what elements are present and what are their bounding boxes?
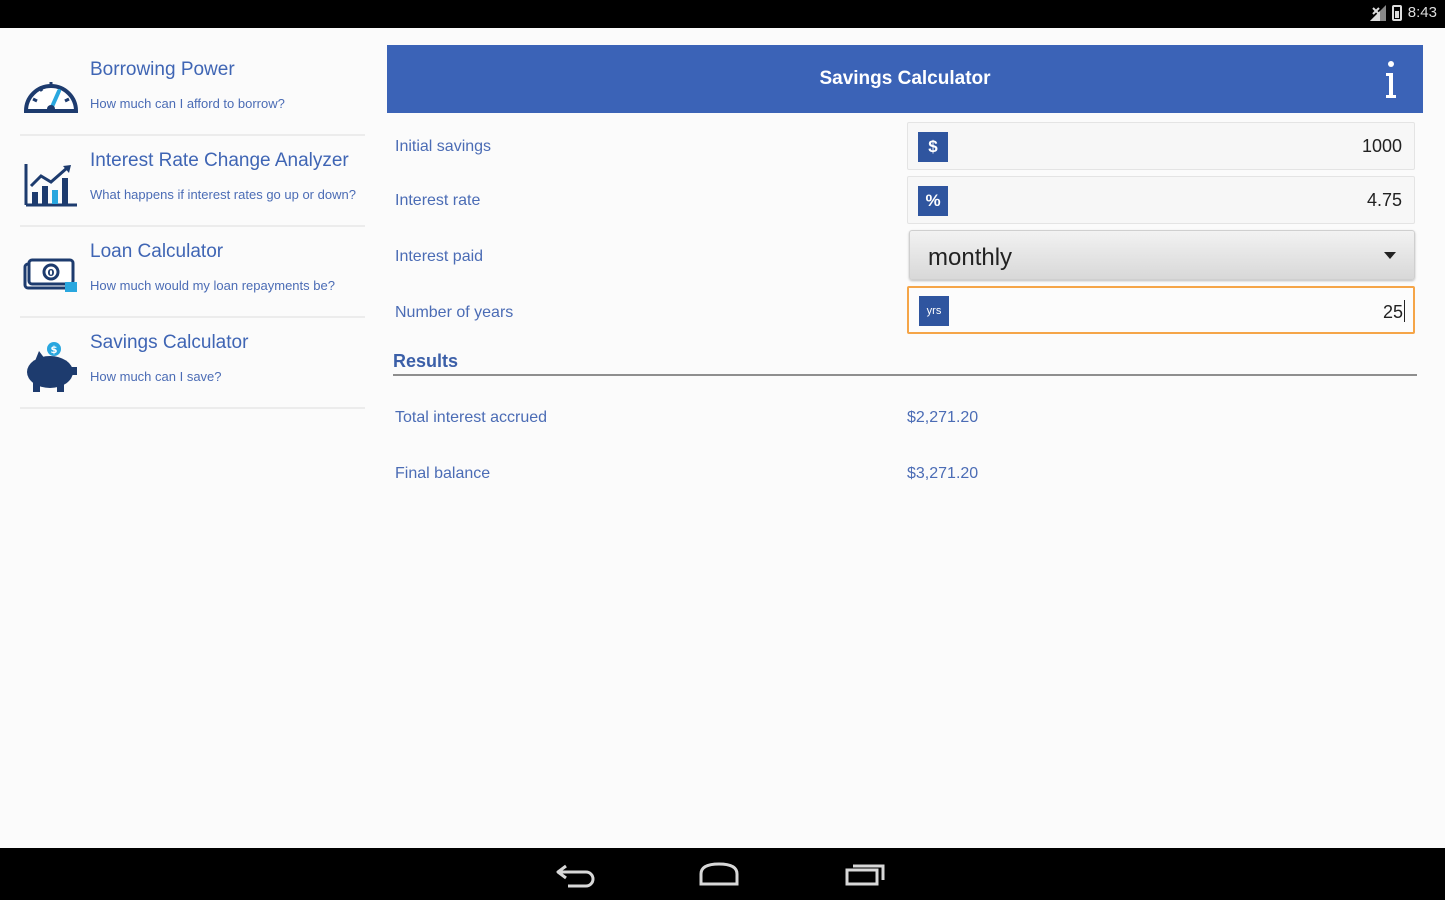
piggy-bank-icon: $: [22, 338, 80, 396]
battery-icon: [1391, 4, 1402, 21]
sidebar-item-borrowing-power[interactable]: Borrowing Power How much can I afford to…: [20, 45, 365, 136]
svg-text:$: $: [51, 345, 58, 356]
number-of-years-value-wrap: 25: [1383, 300, 1405, 323]
sidebar-item-title: Loan Calculator: [90, 241, 224, 262]
recent-apps-icon[interactable]: [843, 860, 887, 888]
results-heading: Results: [393, 351, 459, 371]
total-interest-label: Total interest accrued: [395, 409, 548, 426]
sidebar-item-subtitle: How much can I save?: [90, 369, 222, 384]
status-icons: 8:43: [1369, 4, 1437, 21]
text-cursor: [1404, 300, 1405, 322]
percent-prefix: %: [918, 186, 948, 216]
interest-paid-dropdown[interactable]: monthly: [909, 230, 1415, 280]
sidebar-item-savings-calculator[interactable]: $ Savings Calculator How much can I save…: [20, 318, 365, 409]
initial-savings-input[interactable]: $ 1000: [907, 122, 1415, 170]
results-divider: [393, 374, 1417, 376]
interest-rate-input[interactable]: % 4.75: [907, 176, 1415, 224]
interest-rate-value: 4.75: [1366, 190, 1402, 210]
initial-savings-value: 1000: [1361, 136, 1402, 156]
sidebar-item-subtitle: How much can I afford to borrow?: [90, 96, 285, 111]
interest-paid-selected: monthly: [928, 244, 1013, 271]
navigation-bar: [0, 848, 1445, 900]
signal-icon: [1369, 4, 1386, 21]
initial-savings-label: Initial savings: [395, 138, 492, 155]
sidebar-item-loan-calculator[interactable]: 0 Loan Calculator How much would my loan…: [20, 227, 365, 318]
number-of-years-value: 25: [1382, 302, 1403, 322]
info-icon[interactable]: [1381, 59, 1401, 101]
interest-paid-label: Interest paid: [395, 248, 484, 265]
status-bar: 8:43: [0, 0, 1445, 28]
speedometer-icon: [22, 65, 80, 123]
page-title: Savings Calculator: [819, 68, 991, 89]
sidebar-item-subtitle: What happens if interest rates go up or …: [90, 187, 356, 202]
dropdown-arrow-icon: [1384, 252, 1396, 259]
calculator-header: Savings Calculator: [387, 45, 1423, 113]
svg-text:0: 0: [48, 268, 55, 279]
row-interest-rate: Interest rate % 4.75: [387, 175, 1423, 225]
row-initial-savings: Initial savings $ 1000: [387, 121, 1423, 171]
sidebar-item-title: Savings Calculator: [90, 332, 249, 353]
sidebar-item-title: Borrowing Power: [90, 59, 235, 80]
back-icon[interactable]: [554, 860, 598, 888]
bar-chart-icon: [22, 156, 80, 214]
number-of-years-label: Number of years: [395, 304, 514, 321]
total-interest-value: $2,271.20: [907, 409, 979, 426]
number-of-years-input[interactable]: yrs 25: [907, 286, 1415, 334]
sidebar: Borrowing Power How much can I afford to…: [20, 45, 365, 409]
sidebar-item-title: Interest Rate Change Analyzer: [90, 150, 349, 171]
home-icon[interactable]: [697, 860, 741, 888]
row-interest-paid: Interest paid monthly: [387, 230, 1423, 282]
final-balance-label: Final balance: [395, 465, 491, 482]
row-number-of-years: Number of years yrs 25: [387, 286, 1423, 336]
final-balance-value: $3,271.20: [907, 465, 979, 482]
years-prefix: yrs: [919, 296, 949, 326]
dollar-prefix: $: [918, 132, 948, 162]
status-time: 8:43: [1407, 4, 1437, 21]
money-icon: 0: [22, 247, 80, 305]
interest-rate-label: Interest rate: [395, 192, 481, 209]
sidebar-item-interest-rate-change-analyzer[interactable]: Interest Rate Change Analyzer What happe…: [20, 136, 365, 227]
sidebar-item-subtitle: How much would my loan repayments be?: [90, 278, 335, 293]
